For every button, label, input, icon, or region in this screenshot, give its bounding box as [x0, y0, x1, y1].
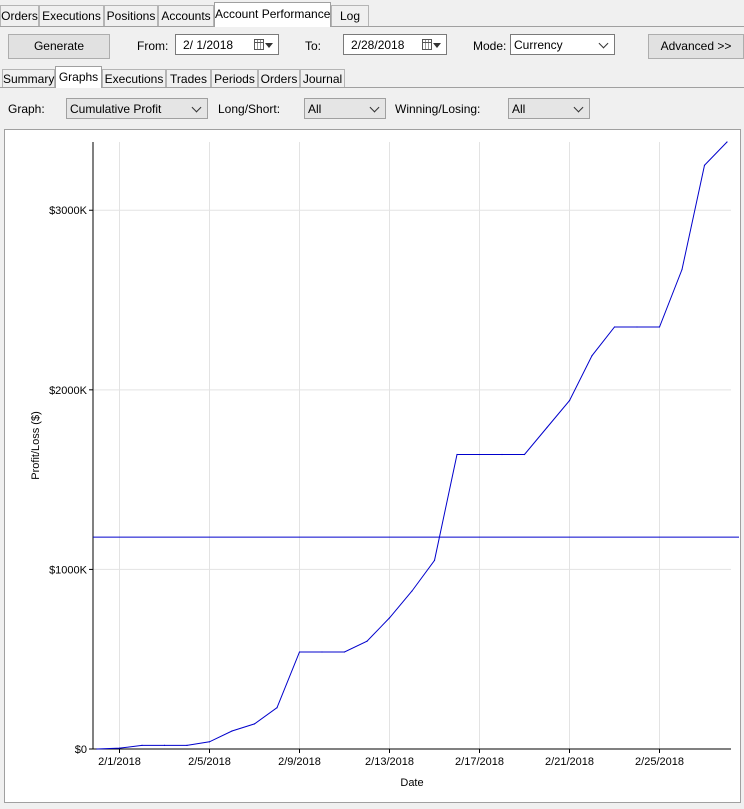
to-date-field[interactable]: 2/28/2018 — [343, 34, 447, 55]
data-point — [501, 453, 503, 456]
data-point — [478, 453, 481, 456]
y-tick-labels: $0 $1000K $2000K $3000K — [49, 205, 88, 756]
data-point — [636, 326, 638, 328]
to-date-value: 2/28/2018 — [351, 38, 405, 52]
data-point — [141, 744, 143, 747]
data-point — [208, 741, 211, 743]
graph-type-value: Cumulative Profit — [70, 102, 162, 116]
chart-axes — [89, 142, 731, 753]
mode-value: Currency — [514, 38, 563, 52]
subtab-orders[interactable]: Orders — [258, 69, 300, 88]
data-point — [681, 268, 683, 271]
data-point — [96, 748, 98, 750]
chevron-down-icon[interactable] — [265, 43, 273, 48]
winning-losing-select[interactable]: All — [508, 98, 590, 119]
data-point — [276, 707, 278, 709]
advanced-button[interactable]: Advanced >> — [648, 34, 744, 59]
data-point — [658, 326, 661, 328]
data-point — [591, 355, 593, 357]
x-tick-label: 2/25/2018 — [635, 756, 684, 768]
tab-orders[interactable]: Orders — [0, 5, 39, 26]
long-short-select[interactable]: All — [304, 98, 386, 119]
subtab-journal[interactable]: Journal — [300, 69, 345, 88]
graph-label: Graph: — [8, 102, 45, 116]
chevron-down-icon — [598, 38, 609, 49]
x-tick-labels: 2/1/2018 2/5/2018 2/9/2018 2/13/2018 2/17/20… — [98, 756, 684, 768]
subtab-summary[interactable]: Summary — [2, 69, 55, 88]
cumulative-profit-line — [96, 141, 728, 750]
long-short-label: Long/Short: — [218, 102, 281, 116]
data-point — [231, 730, 233, 732]
x-tick-label: 2/13/2018 — [365, 756, 414, 768]
chart-panel: 2/1/2018 2/5/2018 2/9/2018 2/13/2018 2/17/20… — [4, 129, 741, 803]
data-point — [546, 426, 548, 429]
x-tick-label: 2/9/2018 — [278, 756, 321, 768]
data-point — [186, 744, 188, 747]
sub-tab-bar: Summary Graphs Executions Trades Periods… — [0, 66, 744, 88]
y-tick-label: $1000K — [49, 564, 88, 576]
graph-type-select[interactable]: Cumulative Profit — [66, 98, 208, 119]
calendar-icon[interactable] — [422, 39, 432, 50]
tab-log[interactable]: Log — [331, 5, 369, 26]
data-point — [163, 744, 166, 747]
data-point — [388, 617, 391, 619]
data-point — [568, 400, 571, 402]
x-tick-label: 2/21/2018 — [545, 756, 594, 768]
data-point — [433, 559, 436, 561]
status-strip — [0, 803, 744, 809]
x-tick-label: 2/5/2018 — [188, 756, 231, 768]
mode-label: Mode: — [473, 39, 507, 53]
data-point — [523, 453, 526, 456]
tab-accounts[interactable]: Accounts — [158, 5, 214, 26]
generate-button[interactable]: Generate — [8, 34, 110, 59]
subtab-periods[interactable]: Periods — [211, 69, 258, 88]
chart-series — [93, 141, 739, 750]
tab-account-performance[interactable]: Account Performance — [214, 2, 331, 27]
calendar-icon[interactable] — [254, 39, 264, 50]
y-axis-label: Profit/Loss ($) — [30, 411, 42, 479]
data-point — [613, 326, 616, 328]
from-date-field[interactable]: 2/ 1/2018 — [175, 34, 279, 55]
x-tick-label: 2/17/2018 — [455, 756, 504, 768]
y-tick-label: $3000K — [49, 205, 88, 217]
winning-losing-label: Winning/Losing: — [395, 102, 481, 116]
data-point — [343, 651, 346, 653]
chevron-down-icon — [191, 102, 202, 113]
data-point — [456, 453, 458, 456]
chevron-down-icon — [573, 102, 584, 113]
graph-options-bar: Graph: Cumulative Profit Long/Short: All… — [0, 88, 744, 128]
long-short-value: All — [308, 102, 322, 116]
x-axis-label: Date — [400, 777, 423, 789]
cumulative-profit-chart[interactable]: 2/1/2018 2/5/2018 2/9/2018 2/13/2018 2/17/20… — [5, 130, 740, 802]
top-tab-bar: Orders Executions Positions Accounts Acc… — [0, 0, 744, 27]
subtab-executions[interactable]: Executions — [102, 69, 166, 88]
y-tick-label: $0 — [75, 744, 87, 756]
data-point — [366, 640, 368, 642]
chevron-down-icon — [369, 102, 380, 113]
data-point — [726, 141, 728, 143]
toolbar: Generate From: 2/ 1/2018 To: 2/28/2018 M… — [0, 27, 744, 66]
winning-losing-value: All — [512, 102, 526, 116]
x-tick-label: 2/1/2018 — [98, 756, 141, 768]
data-point — [703, 164, 706, 166]
data-point — [321, 651, 323, 653]
data-point — [253, 723, 256, 725]
to-label: To: — [305, 39, 322, 53]
tab-executions[interactable]: Executions — [39, 5, 104, 26]
chart-grid — [93, 142, 731, 750]
data-point — [411, 590, 413, 592]
tab-positions[interactable]: Positions — [104, 5, 158, 26]
data-point — [118, 747, 121, 749]
from-label: From: — [137, 39, 169, 53]
from-date-value: 2/ 1/2018 — [183, 38, 234, 52]
chevron-down-icon[interactable] — [433, 43, 441, 48]
mode-select[interactable]: Currency — [510, 34, 615, 55]
subtab-graphs[interactable]: Graphs — [55, 66, 102, 88]
y-tick-label: $2000K — [49, 385, 88, 397]
data-point — [298, 651, 301, 653]
subtab-trades[interactable]: Trades — [166, 69, 211, 88]
